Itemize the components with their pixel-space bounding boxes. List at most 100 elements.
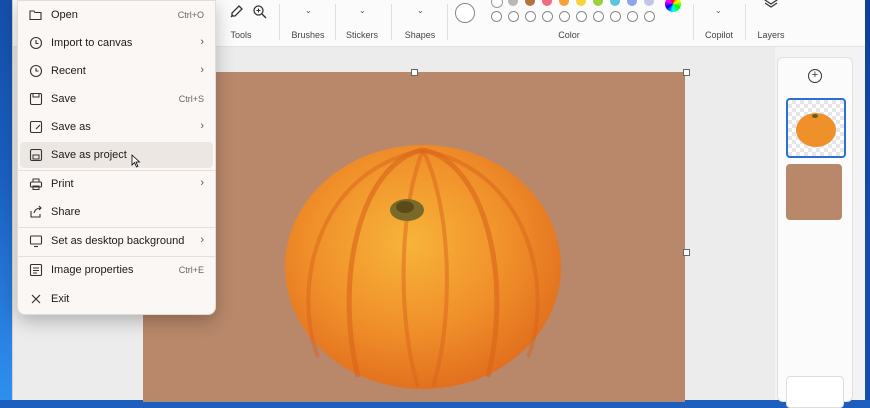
color-swatch[interactable] bbox=[525, 0, 535, 6]
custom-color-slot[interactable] bbox=[525, 11, 536, 22]
printer-icon bbox=[29, 178, 43, 190]
custom-color-slot[interactable] bbox=[593, 11, 604, 22]
menu-item-image-properties[interactable]: Image properties Ctrl+E bbox=[20, 257, 213, 283]
shortcut-text: Ctrl+O bbox=[177, 10, 204, 20]
toolbar-divider bbox=[447, 4, 448, 40]
tools-label: Tools bbox=[230, 30, 252, 40]
color-swatch[interactable] bbox=[627, 0, 637, 6]
menu-item-recent[interactable]: Recent › bbox=[20, 58, 213, 84]
menu-label: Save bbox=[51, 93, 77, 105]
layer-thumbnail-background[interactable] bbox=[786, 164, 842, 220]
pumpkin-image bbox=[285, 145, 561, 389]
custom-color-slot[interactable] bbox=[576, 11, 587, 22]
color-group: Color bbox=[449, 0, 689, 46]
layers-icon bbox=[763, 0, 779, 8]
color-swatch[interactable] bbox=[559, 0, 569, 6]
save-project-icon bbox=[29, 148, 43, 162]
menu-item-save[interactable]: Save Ctrl+S bbox=[20, 86, 213, 112]
menu-item-print[interactable]: Print › bbox=[20, 171, 213, 197]
stickers-label: Stickers bbox=[345, 30, 378, 40]
color-swatch[interactable] bbox=[542, 0, 552, 6]
menu-item-save-as-project[interactable]: Save as project bbox=[20, 142, 213, 168]
menu-item-share[interactable]: Share bbox=[20, 199, 213, 225]
clock-icon bbox=[29, 64, 43, 78]
color-swatch[interactable] bbox=[508, 0, 518, 6]
menu-item-set-as-desktop-background[interactable]: Set as desktop background › bbox=[20, 228, 213, 254]
copilot-group[interactable]: ⌄ Copilot bbox=[693, 0, 745, 46]
custom-color-slot[interactable] bbox=[644, 11, 655, 22]
layer-thumbnail-pumpkin[interactable] bbox=[786, 98, 846, 158]
chevron-down-icon: ⌄ bbox=[305, 6, 312, 15]
toolbar-divider bbox=[279, 4, 280, 40]
color-swatch[interactable] bbox=[610, 0, 620, 6]
toolbar-divider bbox=[745, 4, 746, 40]
chevron-right-icon: › bbox=[200, 177, 204, 189]
save-as-icon bbox=[29, 120, 43, 134]
mouse-cursor-icon bbox=[131, 154, 141, 168]
resize-handle[interactable] bbox=[683, 69, 690, 76]
add-layer-icon[interactable]: + bbox=[808, 69, 822, 83]
custom-color-slot[interactable] bbox=[508, 11, 519, 22]
layers-group[interactable]: Layers bbox=[747, 0, 795, 46]
shapes-group[interactable]: ⌄ Shapes bbox=[397, 0, 443, 46]
save-icon bbox=[29, 92, 43, 106]
custom-color-slot[interactable] bbox=[491, 11, 502, 22]
color-swatch[interactable] bbox=[644, 0, 654, 6]
color-picker-icon[interactable] bbox=[228, 4, 244, 20]
custom-color-slot[interactable] bbox=[610, 11, 621, 22]
layers-panel: + bbox=[777, 57, 853, 408]
brushes-label: Brushes bbox=[291, 30, 325, 40]
shortcut-text: Ctrl+S bbox=[178, 94, 204, 104]
menu-label: Share bbox=[51, 206, 81, 218]
custom-color-slot[interactable] bbox=[542, 11, 553, 22]
menu-label: Recent bbox=[51, 65, 86, 77]
stickers-group[interactable]: ⌄ Stickers bbox=[339, 0, 385, 46]
desktop-background-icon bbox=[29, 235, 43, 248]
menu-label: Open bbox=[51, 9, 78, 21]
menu-item-open[interactable]: Open Ctrl+O bbox=[20, 2, 213, 28]
color-wheel-icon[interactable] bbox=[665, 0, 681, 12]
menu-item-import-to-canvas[interactable]: Import to canvas › bbox=[20, 30, 213, 56]
copilot-label: Copilot bbox=[704, 30, 733, 40]
shortcut-text: Ctrl+E bbox=[178, 265, 204, 275]
resize-handle[interactable] bbox=[683, 249, 690, 256]
folder-open-icon bbox=[29, 10, 42, 21]
magnifier-icon[interactable] bbox=[252, 4, 268, 20]
menu-label: Save as project bbox=[51, 149, 127, 161]
chevron-right-icon: › bbox=[200, 64, 204, 76]
layer-thumbnail-blank[interactable] bbox=[786, 376, 844, 408]
chevron-right-icon: › bbox=[200, 120, 204, 132]
resize-handle[interactable] bbox=[411, 69, 418, 76]
shapes-label: Shapes bbox=[404, 30, 436, 40]
drawing-canvas[interactable] bbox=[143, 72, 685, 402]
import-icon bbox=[29, 36, 43, 50]
color-swatch[interactable] bbox=[576, 0, 586, 6]
image-properties-icon bbox=[29, 263, 43, 277]
pumpkin-thumbnail-image bbox=[796, 113, 836, 147]
color-swatch[interactable] bbox=[593, 0, 603, 6]
menu-item-exit[interactable]: Exit bbox=[20, 286, 213, 312]
chevron-right-icon: › bbox=[200, 36, 204, 48]
chevron-down-icon: ⌄ bbox=[359, 6, 366, 15]
chevron-down-icon: ⌄ bbox=[417, 6, 424, 15]
custom-color-slot[interactable] bbox=[627, 11, 638, 22]
custom-color-slot[interactable] bbox=[559, 11, 570, 22]
secondary-color-swatch[interactable] bbox=[455, 3, 475, 23]
menu-item-save-as[interactable]: Save as › bbox=[20, 114, 213, 140]
menu-label: Set as desktop background bbox=[51, 235, 185, 247]
file-menu: Open Ctrl+O Import to canvas › Recent › … bbox=[17, 0, 216, 315]
share-icon bbox=[30, 205, 42, 218]
layers-label: Layers bbox=[757, 30, 785, 40]
brushes-group[interactable]: ⌄ Brushes bbox=[285, 0, 331, 46]
color-swatch[interactable] bbox=[491, 0, 503, 8]
chevron-right-icon: › bbox=[200, 234, 204, 246]
menu-label: Import to canvas bbox=[51, 37, 133, 49]
chevron-down-icon: ⌄ bbox=[715, 6, 722, 15]
menu-label: Exit bbox=[51, 293, 70, 305]
menu-label: Image properties bbox=[51, 264, 134, 276]
toolbar-divider bbox=[335, 4, 336, 40]
toolbar-divider bbox=[391, 4, 392, 40]
tools-group: Tools bbox=[218, 0, 267, 46]
menu-label: Save as bbox=[51, 121, 91, 133]
color-label: Color bbox=[558, 30, 580, 40]
